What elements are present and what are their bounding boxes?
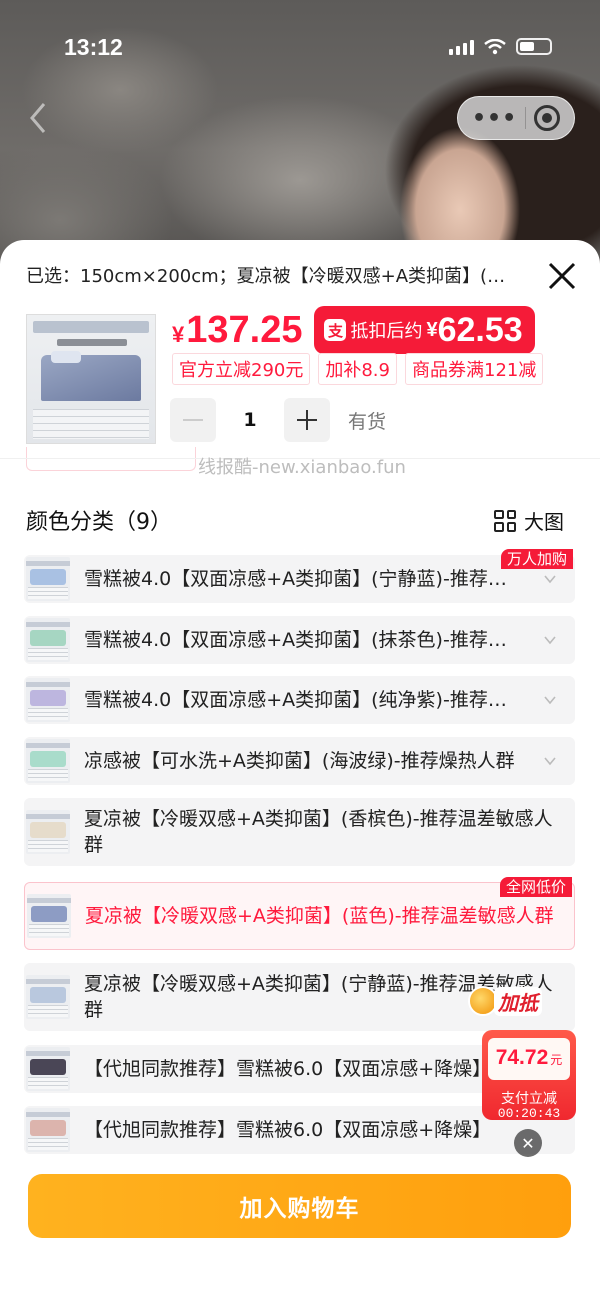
- close-coupon-icon[interactable]: ✕: [514, 1129, 542, 1157]
- thumb-spec-table: [33, 409, 149, 439]
- quantity-value[interactable]: 1: [216, 409, 284, 431]
- option-thumbnail: [27, 894, 71, 938]
- chevron-down-icon: [544, 575, 556, 584]
- close-miniprogram-icon[interactable]: [534, 105, 560, 131]
- miniprogram-capsule: •••: [457, 96, 575, 140]
- option-thumbnail: [26, 678, 70, 722]
- product-thumbnail[interactable]: [26, 314, 156, 444]
- stock-status: 有货: [348, 410, 387, 433]
- option-thumbnail: [26, 810, 70, 854]
- option-label: 雪糕被4.0【双面凉感+A类抑菌】(抹茶色)-推荐燥热人群: [84, 629, 520, 651]
- more-icon[interactable]: •••: [472, 106, 517, 131]
- floating-coupon[interactable]: 74.72 元 支付立减 00:20:43 加抵 ✕: [468, 986, 578, 1157]
- option-label: 雪糕被4.0【双面凉感+A类抑菌】(纯净紫)-推荐燥热人群: [84, 689, 520, 711]
- option-thumbnail: [26, 618, 70, 662]
- big-view-label: 大图: [524, 510, 564, 534]
- option-badge: 全网低价: [499, 877, 572, 897]
- discount-price-badge: 支 抵扣后约 ¥ 62.53: [314, 306, 535, 354]
- promo-tag: 商品券满121减: [405, 353, 544, 385]
- sku-selection-sheet: 已选：150cm×200cm；夏凉被【冷暖双感+A类抑菌】(蓝色)-推荐温差敏感…: [0, 240, 600, 1304]
- add-to-cart-button[interactable]: 加入购物车: [28, 1174, 571, 1238]
- thumb-pillow: [51, 351, 81, 363]
- increase-button[interactable]: [284, 398, 330, 442]
- option-badge: 万人加购: [500, 549, 573, 569]
- coupon-label: 支付立减: [501, 1091, 557, 1107]
- promo-tip-box: [26, 447, 196, 471]
- discount-label: 抵扣后约: [350, 321, 423, 342]
- promo-tags: 官方立减290元 加补8.9 商品券满121减: [172, 353, 562, 385]
- thumb-banner: [33, 321, 149, 333]
- battery-icon: [516, 38, 552, 55]
- color-option[interactable]: 雪糕被4.0【双面凉感+A类抑菌】(宁静蓝)-推荐燥热人群 万人加购: [24, 549, 575, 603]
- coupon-unit: 元: [550, 1053, 563, 1067]
- alipay-icon: 支: [324, 319, 347, 341]
- wifi-icon: [484, 38, 506, 54]
- quantity-stepper: 1 有货: [170, 398, 386, 442]
- chevron-down-icon: [544, 757, 556, 766]
- chevron-down-icon: [544, 636, 556, 645]
- option-thumbnail: [26, 557, 70, 601]
- thumb-title: [57, 339, 127, 346]
- plus-icon: [297, 410, 317, 430]
- option-label: 夏凉被【冷暖双感+A类抑菌】(蓝色)-推荐温差敏感人群: [85, 905, 554, 927]
- option-thumbnail: [26, 739, 70, 783]
- big-view-toggle[interactable]: 大图: [494, 506, 564, 535]
- close-icon[interactable]: [544, 258, 580, 294]
- option-label: 凉感被【可水洗+A类抑菌】(海波绿)-推荐燥热人群: [84, 750, 515, 772]
- color-option[interactable]: 凉感被【可水洗+A类抑菌】(海波绿)-推荐燥热人群: [24, 737, 575, 785]
- watermark: 线报酷-new.xianbao.fun: [198, 457, 406, 478]
- coupon-timer: 00:20:43: [497, 1106, 561, 1121]
- option-label: 雪糕被4.0【双面凉感+A类抑菌】(宁静蓝)-推荐燥热人群: [84, 568, 520, 590]
- color-option[interactable]: 雪糕被4.0【双面凉感+A类抑菌】(抹茶色)-推荐燥热人群: [24, 616, 575, 664]
- price-row: ¥137.25 支 抵扣后约 ¥ 62.53: [172, 306, 535, 354]
- chevron-down-icon: [544, 696, 556, 705]
- grid-icon: [494, 509, 516, 532]
- coupon-add-label: 加抵: [494, 986, 542, 1016]
- option-label: 【代旭同款推荐】雪糕被6.0【双面凉感+降燥】: [84, 1119, 492, 1141]
- current-price: ¥137.25: [172, 308, 303, 351]
- coupon-amount: 74.72: [495, 1046, 549, 1069]
- cellular-signal-icon: [449, 39, 474, 55]
- back-arrow-icon[interactable]: [24, 100, 54, 136]
- promo-tag: 加补8.9: [318, 353, 397, 385]
- selected-summary: 已选：150cm×200cm；夏凉被【冷暖双感+A类抑菌】(蓝色)-推荐温差敏感…: [26, 266, 516, 287]
- option-thumbnail: [26, 1047, 70, 1091]
- option-label: 【代旭同款推荐】雪糕被6.0【双面凉感+降燥】: [84, 1058, 492, 1080]
- discount-amount: 62.53: [437, 310, 523, 349]
- option-thumbnail: [26, 1108, 70, 1152]
- coupon-card: 74.72 元 支付立减 00:20:43: [482, 1030, 576, 1121]
- color-section-title: 颜色分类（9）: [26, 510, 172, 535]
- minus-icon: [183, 419, 203, 421]
- option-label: 夏凉被【冷暖双感+A类抑菌】(香槟色)-推荐温差敏感人群: [84, 808, 553, 856]
- promo-tag: 官方立减290元: [172, 353, 311, 385]
- decrease-button[interactable]: [170, 398, 216, 442]
- coupon-amount-box: 74.72 元: [488, 1038, 570, 1080]
- discount-currency: ¥: [426, 318, 438, 341]
- color-option[interactable]: 夏凉被【冷暖双感+A类抑菌】(蓝色)-推荐温差敏感人群 全网低价: [24, 877, 575, 950]
- color-option[interactable]: 夏凉被【冷暖双感+A类抑菌】(香槟色)-推荐温差敏感人群: [24, 798, 575, 866]
- capsule-divider: [525, 107, 527, 129]
- option-thumbnail: [26, 975, 70, 1019]
- color-option[interactable]: 雪糕被4.0【双面凉感+A类抑菌】(纯净紫)-推荐燥热人群: [24, 676, 575, 724]
- status-icons: [449, 38, 552, 55]
- coupon-header: 加抵: [468, 986, 542, 1016]
- status-time: 13:12: [64, 34, 123, 60]
